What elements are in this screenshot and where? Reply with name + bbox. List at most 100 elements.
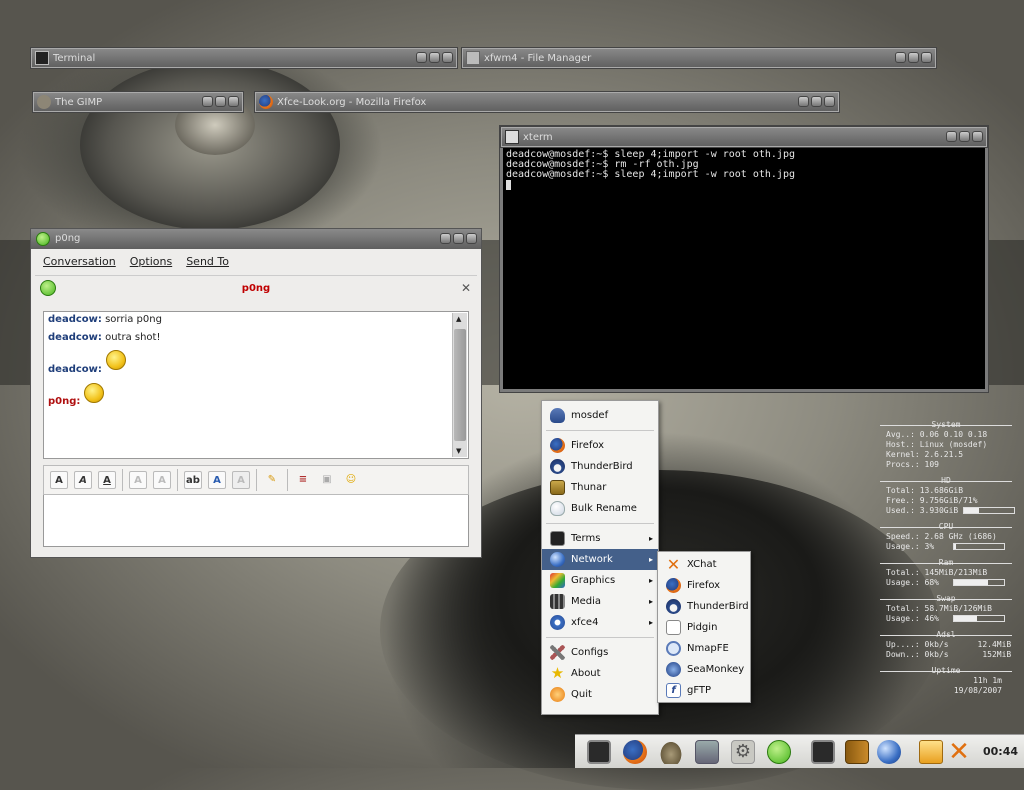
terminal-icon[interactable] xyxy=(811,740,835,764)
submenu-item-xchat[interactable]: ✕ XChat xyxy=(658,554,750,575)
section-header: CPU xyxy=(876,522,1016,532)
underline-button[interactable]: A xyxy=(98,471,116,489)
message-input[interactable] xyxy=(43,495,469,547)
submenu-item-pidgin[interactable]: Pidgin xyxy=(658,617,750,638)
menu-send-to[interactable]: Send To xyxy=(186,255,229,268)
maximize-button[interactable] xyxy=(959,131,970,142)
menu-item-xfce4[interactable]: xfce4 ▸ xyxy=(542,612,658,633)
foreground-color-button[interactable]: A xyxy=(208,471,226,489)
file-manager-window-titlebar[interactable]: xfwm4 - File Manager xyxy=(461,47,937,69)
submenu-item-gftp[interactable]: f gFTP xyxy=(658,680,750,701)
xterm-window[interactable]: xterm deadcow@mosdef:~$ sleep 4;import -… xyxy=(499,125,989,393)
xterm-icon xyxy=(505,130,519,144)
terminal-output[interactable]: deadcow@mosdef:~$ sleep 4;import -w root… xyxy=(503,148,985,389)
xterm-titlebar[interactable]: xterm xyxy=(500,126,988,148)
menu-item-configs[interactable]: Configs xyxy=(542,642,658,663)
menu-item-about[interactable]: ★ About xyxy=(542,663,658,684)
star-icon: ★ xyxy=(550,664,565,682)
xchat-icon[interactable]: ✕ xyxy=(947,739,971,765)
gimp-icon[interactable] xyxy=(659,740,683,764)
close-button[interactable] xyxy=(442,52,453,63)
insert-rule-icon[interactable]: ≡ xyxy=(294,471,312,489)
gear-icon[interactable]: ⚙ xyxy=(731,740,755,764)
submenu-item-seamonkey[interactable]: SeaMonkey xyxy=(658,659,750,680)
conversation-titlebar[interactable]: p0ng xyxy=(31,229,481,249)
minimize-button[interactable] xyxy=(946,131,957,142)
menu-options[interactable]: Options xyxy=(130,255,172,268)
chat-history[interactable]: deadcow: sorria p0ng deadcow: outra shot… xyxy=(43,311,469,459)
firefox-icon[interactable] xyxy=(623,740,647,764)
submenu-item-firefox[interactable]: Firefox xyxy=(658,575,750,596)
menu-item-media[interactable]: Media ▸ xyxy=(542,591,658,612)
menu-item-graphics[interactable]: Graphics ▸ xyxy=(542,570,658,591)
terminal-icon[interactable] xyxy=(587,740,611,764)
submenu-arrow-icon: ▸ xyxy=(648,618,653,627)
menu-item-terms[interactable]: Terms ▸ xyxy=(542,528,658,549)
book-icon[interactable] xyxy=(845,740,869,764)
menu-item-label: SeaMonkey xyxy=(687,664,745,675)
bold-button[interactable]: A xyxy=(50,471,68,489)
ram-usage-text: Usage.: 68% xyxy=(886,578,939,587)
section-header: HD xyxy=(876,476,1016,486)
insert-image-icon[interactable]: ▣ xyxy=(318,471,336,489)
menu-item-label: Firefox xyxy=(571,440,605,451)
panel-clock[interactable]: 00:44 xyxy=(983,745,1018,758)
pidgin-icon[interactable] xyxy=(767,740,791,764)
close-button[interactable] xyxy=(921,52,932,63)
close-button[interactable] xyxy=(466,233,477,244)
menu-item-label: Network xyxy=(571,554,613,565)
toolbar-separator xyxy=(177,469,178,491)
scroll-up-icon[interactable]: ▲ xyxy=(456,315,461,323)
gimp-window-titlebar[interactable]: The GIMP xyxy=(32,91,244,113)
menu-conversation[interactable]: Conversation xyxy=(43,255,116,268)
menu-item-firefox[interactable]: Firefox xyxy=(542,435,658,456)
conky-line: Host.: Linux (mosdef) xyxy=(886,440,988,449)
firefox-window-titlebar[interactable]: Xfce-Look.org - Mozilla Firefox xyxy=(254,91,840,113)
globe-icon[interactable] xyxy=(877,740,901,764)
clear-format-icon[interactable]: ✎ xyxy=(263,471,281,489)
close-button[interactable] xyxy=(228,96,239,107)
maximize-button[interactable] xyxy=(453,233,464,244)
window-title: Terminal xyxy=(53,53,96,64)
maximize-button[interactable] xyxy=(908,52,919,63)
minimize-button[interactable] xyxy=(798,96,809,107)
menu-item-thunderbird[interactable]: ThunderBird xyxy=(542,456,658,477)
maximize-button[interactable] xyxy=(429,52,440,63)
conversation-window[interactable]: p0ng Conversation Options Send To p0ng ✕… xyxy=(30,228,482,558)
chat-scrollbar[interactable]: ▲ ▼ xyxy=(452,313,467,457)
minimize-button[interactable] xyxy=(440,233,451,244)
maximize-button[interactable] xyxy=(215,96,226,107)
shrink-font-button[interactable]: A xyxy=(153,471,171,489)
scroll-down-icon[interactable]: ▼ xyxy=(456,447,461,455)
firefox-icon xyxy=(259,95,273,109)
conversation-menubar: Conversation Options Send To xyxy=(35,251,477,271)
close-button[interactable] xyxy=(824,96,835,107)
maximize-button[interactable] xyxy=(811,96,822,107)
close-button[interactable] xyxy=(972,131,983,142)
minimize-button[interactable] xyxy=(416,52,427,63)
gftp-icon: f xyxy=(666,683,681,698)
menu-item-label: Thunar xyxy=(571,482,607,493)
folder-icon[interactable] xyxy=(695,740,719,764)
insert-smiley-icon[interactable]: ☺ xyxy=(342,471,360,489)
font-face-button[interactable]: ab xyxy=(184,471,202,489)
chat-icon[interactable] xyxy=(919,740,943,764)
scrollbar-thumb[interactable] xyxy=(454,329,466,441)
menu-item-mosdef[interactable]: mosdef xyxy=(542,405,658,426)
menu-item-bulk-rename[interactable]: Bulk Rename xyxy=(542,498,658,519)
background-color-button[interactable]: A xyxy=(232,471,250,489)
seamonkey-icon xyxy=(666,662,681,677)
section-header: Swap xyxy=(876,594,1016,604)
menu-item-thunar[interactable]: Thunar xyxy=(542,477,658,498)
grow-font-button[interactable]: A xyxy=(129,471,147,489)
submenu-item-nmapfe[interactable]: NmapFE xyxy=(658,638,750,659)
minimize-button[interactable] xyxy=(202,96,213,107)
conky-line: Used.: 3.930GiB xyxy=(876,506,1016,516)
menu-item-quit[interactable]: Quit xyxy=(542,684,658,705)
minimize-button[interactable] xyxy=(895,52,906,63)
close-tab-icon[interactable]: ✕ xyxy=(461,281,471,295)
menu-item-network[interactable]: Network ▸ xyxy=(542,549,658,570)
submenu-item-thunderbird[interactable]: ThunderBird xyxy=(658,596,750,617)
terminal-window-titlebar[interactable]: Terminal xyxy=(30,47,458,69)
italic-button[interactable]: A xyxy=(74,471,92,489)
